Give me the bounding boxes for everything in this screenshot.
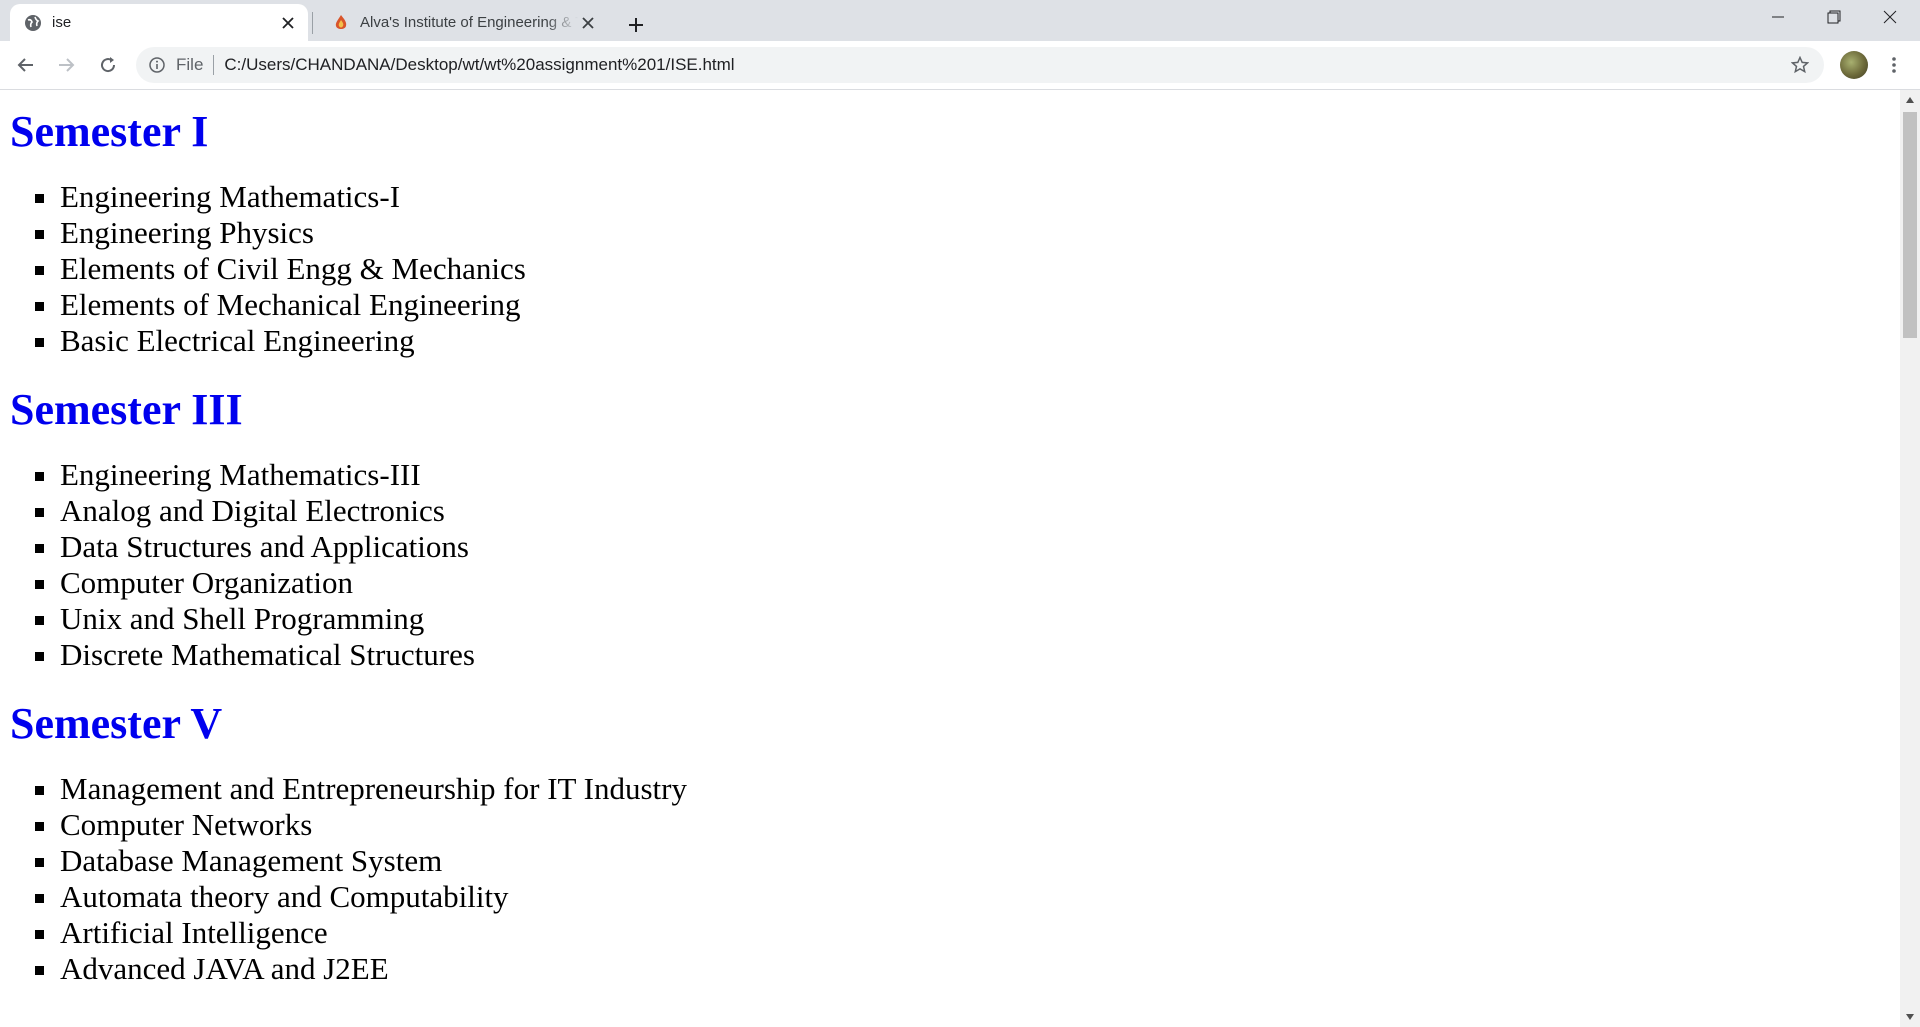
scroll-down-arrow-icon[interactable] (1900, 1007, 1920, 1027)
subject-item: Elements of Mechanical Engineering (60, 287, 1900, 323)
subject-item: Analog and Digital Electronics (60, 493, 1900, 529)
subject-item: Database Management System (60, 843, 1900, 879)
bookmark-star-icon[interactable] (1790, 55, 1810, 75)
back-button[interactable] (10, 49, 42, 81)
page-viewport: Semester IEngineering Mathematics-IEngin… (0, 90, 1900, 1027)
semester-heading: Semester III (10, 385, 243, 434)
semester-section: Semester I Engineering Mathematics-IEngin… (0, 107, 1900, 359)
subject-list: Management and Entrepreneurship for IT I… (0, 771, 1900, 987)
tab-title: Alva's Institute of Engineering & Techno… (360, 14, 578, 31)
forward-button[interactable] (50, 49, 82, 81)
vertical-scrollbar[interactable] (1900, 90, 1920, 1027)
subject-item: Management and Entrepreneurship for IT I… (60, 771, 1900, 807)
plus-icon (629, 18, 643, 32)
subject-item: Unix and Shell Programming (60, 601, 1900, 637)
new-tab-button[interactable] (620, 9, 652, 41)
subject-item: Elements of Civil Engg & Mechanics (60, 251, 1900, 287)
subject-item: Basic Electrical Engineering (60, 323, 1900, 359)
subject-item: Automata theory and Computability (60, 879, 1900, 915)
subject-item: Artificial Intelligence (60, 915, 1900, 951)
scheme-label: File (176, 55, 204, 74)
menu-button[interactable] (1880, 51, 1908, 79)
browser-toolbar: File C:/Users/CHANDANA/Desktop/wt/wt%20a… (0, 41, 1920, 90)
semester-section: Semester V Management and Entrepreneurshi… (0, 699, 1900, 987)
close-icon (1883, 10, 1897, 24)
globe-icon (24, 14, 42, 32)
address-bar[interactable]: File C:/Users/CHANDANA/Desktop/wt/wt%20a… (136, 47, 1824, 83)
tab-strip: ise Alva's Institute of Engineering & Te… (0, 0, 1920, 41)
tab-close-icon[interactable] (278, 13, 298, 33)
scheme-divider (213, 55, 215, 75)
close-window-button[interactable] (1862, 0, 1918, 34)
subject-item: Computer Networks (60, 807, 1900, 843)
subject-item: Data Structures and Applications (60, 529, 1900, 565)
minimize-icon (1772, 16, 1784, 18)
semester-heading: Semester I (10, 107, 209, 156)
scrollbar-thumb[interactable] (1903, 112, 1917, 338)
alvas-logo-icon (332, 14, 350, 32)
scroll-up-arrow-icon[interactable] (1900, 90, 1920, 110)
profile-avatar[interactable] (1840, 51, 1868, 79)
subject-item: Engineering Mathematics-I (60, 179, 1900, 215)
url-text[interactable]: C:/Users/CHANDANA/Desktop/wt/wt%20assign… (224, 55, 1790, 75)
tab-close-icon[interactable] (578, 13, 598, 33)
arrow-right-icon (59, 58, 75, 72)
subject-list: Engineering Mathematics-IIIAnalog and Di… (0, 457, 1900, 673)
tab-separator (312, 12, 313, 34)
subject-item: Discrete Mathematical Structures (60, 637, 1900, 673)
subject-item: Engineering Physics (60, 215, 1900, 251)
restore-button[interactable] (1806, 0, 1862, 34)
subject-item: Advanced JAVA and J2EE (60, 951, 1900, 987)
reload-icon (101, 57, 116, 73)
semester-heading: Semester V (10, 699, 223, 748)
tab-alvas[interactable]: Alva's Institute of Engineering & Techno… (318, 4, 608, 41)
tab-title: ise (52, 14, 72, 31)
subject-item: Engineering Mathematics-III (60, 457, 1900, 493)
minimize-button[interactable] (1750, 0, 1806, 34)
info-icon[interactable] (148, 56, 166, 74)
restore-icon (1827, 10, 1841, 24)
subject-list: Engineering Mathematics-IEngineering Phy… (0, 179, 1900, 359)
arrow-left-icon (17, 58, 33, 72)
semester-section: Semester III Engineering Mathematics-IIIA… (0, 385, 1900, 673)
tab-ise[interactable]: ise (10, 4, 308, 41)
reload-button[interactable] (92, 49, 124, 81)
subject-item: Computer Organization (60, 565, 1900, 601)
kebab-menu-icon (1892, 57, 1896, 73)
